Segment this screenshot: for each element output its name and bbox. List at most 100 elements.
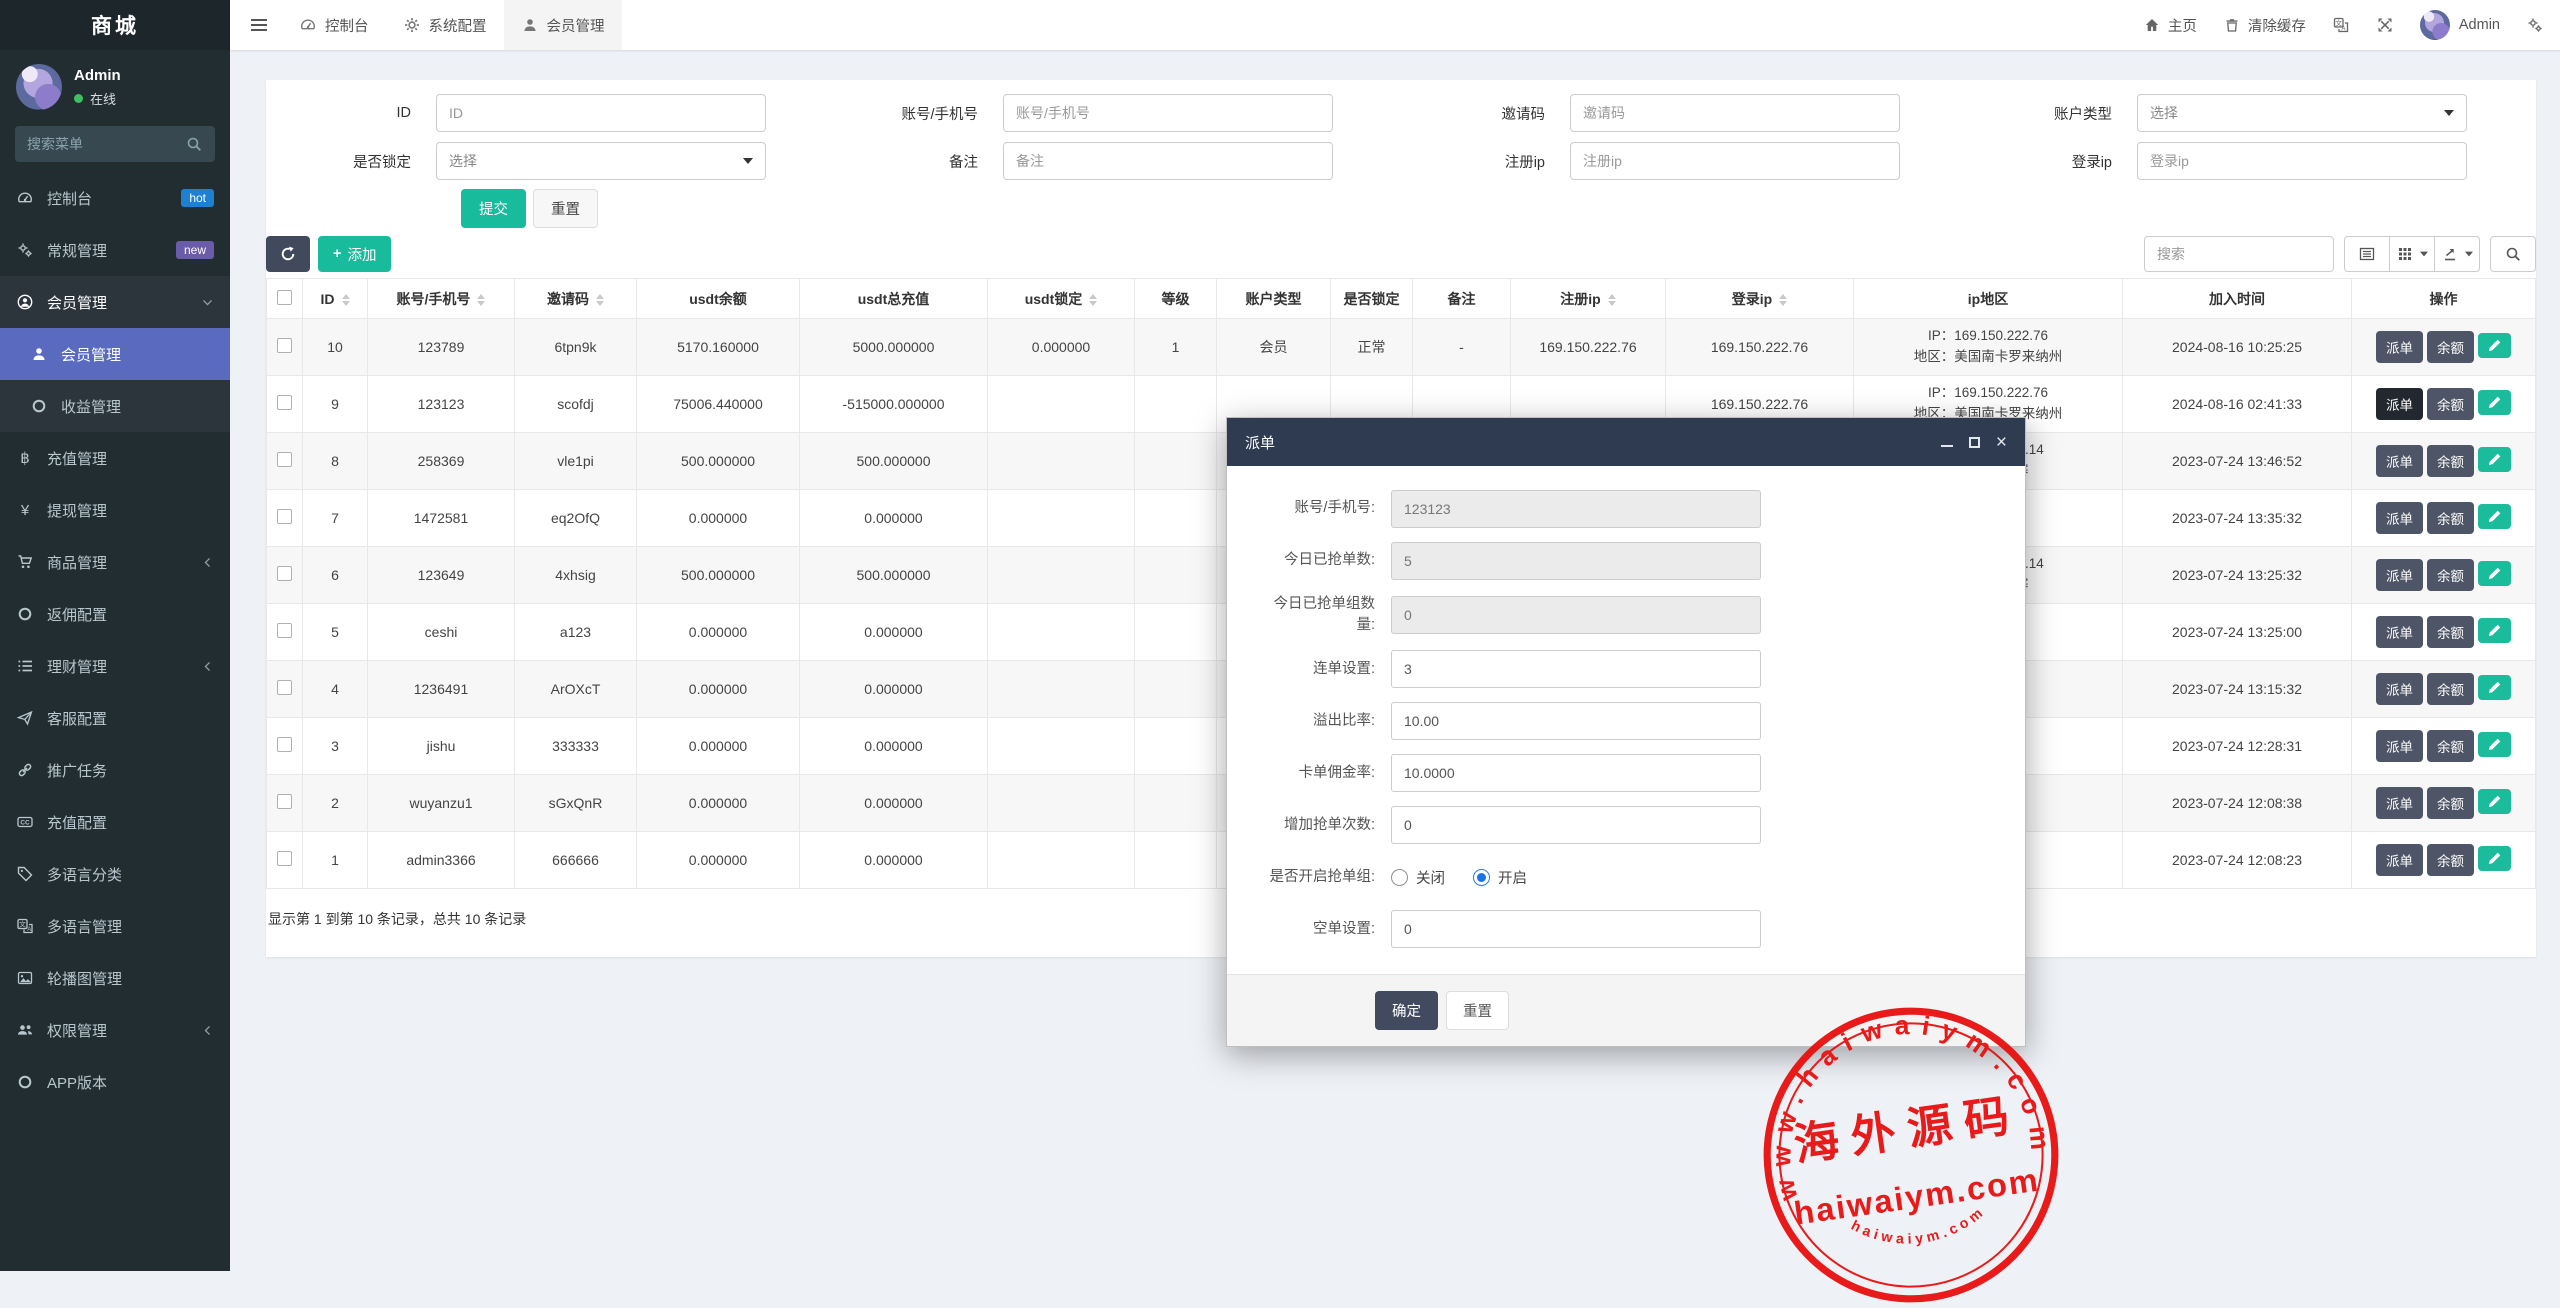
row-checkbox[interactable] [277,338,292,353]
select-all-checkbox[interactable] [277,290,292,305]
search-icon[interactable] [185,136,203,152]
clear-cache-link[interactable]: 清除缓存 [2223,15,2306,36]
column-header-ID[interactable]: ID [303,279,368,319]
modal-reset-button[interactable]: 重置 [1446,991,1509,1030]
edit-button[interactable] [2478,333,2511,358]
sidebar-item-lang-category[interactable]: 多语言分类 [0,848,230,900]
sort-icon[interactable] [1779,294,1787,306]
sidebar-item-rebate[interactable]: 返佣配置 [0,588,230,640]
balance-button[interactable]: 余额 [2427,502,2474,534]
home-link[interactable]: 主页 [2143,15,2197,36]
sort-icon[interactable] [596,294,604,306]
sidebar-item-member[interactable]: 会员管理 [0,328,230,380]
dispatch-button[interactable]: 派单 [2376,331,2423,363]
export-button[interactable] [2434,236,2480,272]
账号/手机号-input[interactable] [1003,94,1333,132]
column-header-登录ip[interactable]: 登录ip [1666,279,1854,319]
edit-button[interactable] [2478,561,2511,586]
sidebar-search-input[interactable] [27,136,177,152]
dispatch-button[interactable]: 派单 [2376,844,2423,876]
sidebar-item-income[interactable]: 收益管理 [0,380,230,432]
modal-input[interactable] [1391,702,1761,740]
add-button[interactable]: +添加 [318,236,391,272]
avatar[interactable] [16,64,62,110]
登录ip-input[interactable] [2137,142,2467,180]
tab-系统配置[interactable]: 系统配置 [386,0,504,50]
radio-option-关闭[interactable]: 关闭 [1391,867,1445,888]
modal-input[interactable] [1391,806,1761,844]
dispatch-button[interactable]: 派单 [2376,445,2423,477]
edit-button[interactable] [2478,846,2511,871]
邀请码-input[interactable] [1570,94,1900,132]
dispatch-button[interactable]: 派单 [2376,673,2423,705]
row-checkbox[interactable] [277,623,292,638]
ID-input[interactable] [436,94,766,132]
translate-button[interactable]: 文A [2332,17,2350,33]
sort-icon[interactable] [477,294,485,306]
balance-button[interactable]: 余额 [2427,559,2474,591]
row-checkbox[interactable] [277,509,292,524]
modal-input[interactable] [1391,490,1761,528]
row-checkbox[interactable] [277,680,292,695]
tab-会员管理[interactable]: 会员管理 [504,0,622,50]
sidebar-item-promotion[interactable]: 推广任务 [0,744,230,796]
column-header-账号/手机号[interactable]: 账号/手机号 [368,279,515,319]
row-checkbox[interactable] [277,395,292,410]
sidebar-item-withdraw[interactable]: ¥提现管理 [0,484,230,536]
row-checkbox[interactable] [277,851,292,866]
sort-icon[interactable] [1089,294,1097,306]
edit-button[interactable] [2478,675,2511,700]
sidebar-item-recharge[interactable]: ฿充值管理 [0,432,230,484]
column-header-usdt锁定[interactable]: usdt锁定 [988,279,1135,319]
tab-控制台[interactable]: 控制台 [282,0,386,50]
dispatch-button[interactable]: 派单 [2376,559,2423,591]
balance-button[interactable]: 余额 [2427,844,2474,876]
modal-header[interactable]: 派单 × [1227,418,2025,466]
modal-input[interactable] [1391,596,1761,634]
close-icon[interactable]: × [1996,433,2007,452]
row-checkbox[interactable] [277,794,292,809]
sidebar-item-permission[interactable]: 权限管理 [0,1004,230,1056]
edit-button[interactable] [2478,789,2511,814]
modal-input[interactable] [1391,910,1761,948]
edit-button[interactable] [2478,504,2511,529]
edit-button[interactable] [2478,618,2511,643]
edit-button[interactable] [2478,732,2511,757]
user-menu[interactable]: Admin [2420,10,2500,40]
账户类型-select[interactable]: 选择 [2137,94,2467,132]
sidebar-item-service[interactable]: 客服配置 [0,692,230,744]
reset-button[interactable]: 重置 [533,189,598,228]
sidebar-item-app-version[interactable]: APP版本 [0,1056,230,1108]
sort-icon[interactable] [342,294,350,306]
modal-input[interactable] [1391,542,1761,580]
sidebar-item-dashboard[interactable]: 控制台hot [0,172,230,224]
settings-button[interactable] [2526,17,2544,33]
sort-icon[interactable] [1608,294,1616,306]
edit-button[interactable] [2478,390,2511,415]
balance-button[interactable]: 余额 [2427,730,2474,762]
sidebar-item-banner[interactable]: 轮播图管理 [0,952,230,1004]
row-checkbox[interactable] [277,452,292,467]
dispatch-button[interactable]: 派单 [2376,730,2423,762]
refresh-button[interactable] [266,236,310,272]
dispatch-button[interactable]: 派单 [2376,616,2423,648]
maximize-icon[interactable] [1969,437,1980,448]
edit-button[interactable] [2478,447,2511,472]
sidebar-item-member-group[interactable]: 会员管理 [0,276,230,328]
hamburger-menu-icon[interactable] [236,17,282,33]
detail-view-button[interactable] [2344,236,2390,272]
table-search-input[interactable] [2144,236,2334,272]
minimize-icon[interactable] [1941,445,1953,447]
sidebar-item-general[interactable]: 常规管理new [0,224,230,276]
modal-input[interactable] [1391,754,1761,792]
dispatch-button[interactable]: 派单 [2376,388,2423,420]
confirm-button[interactable]: 确定 [1375,991,1438,1030]
row-checkbox[interactable] [277,737,292,752]
是否锁定-select[interactable]: 选择 [436,142,766,180]
columns-button[interactable] [2389,236,2435,272]
备注-input[interactable] [1003,142,1333,180]
dispatch-button[interactable]: 派单 [2376,502,2423,534]
balance-button[interactable]: 余额 [2427,673,2474,705]
balance-button[interactable]: 余额 [2427,445,2474,477]
sidebar-item-finance[interactable]: 理财管理 [0,640,230,692]
